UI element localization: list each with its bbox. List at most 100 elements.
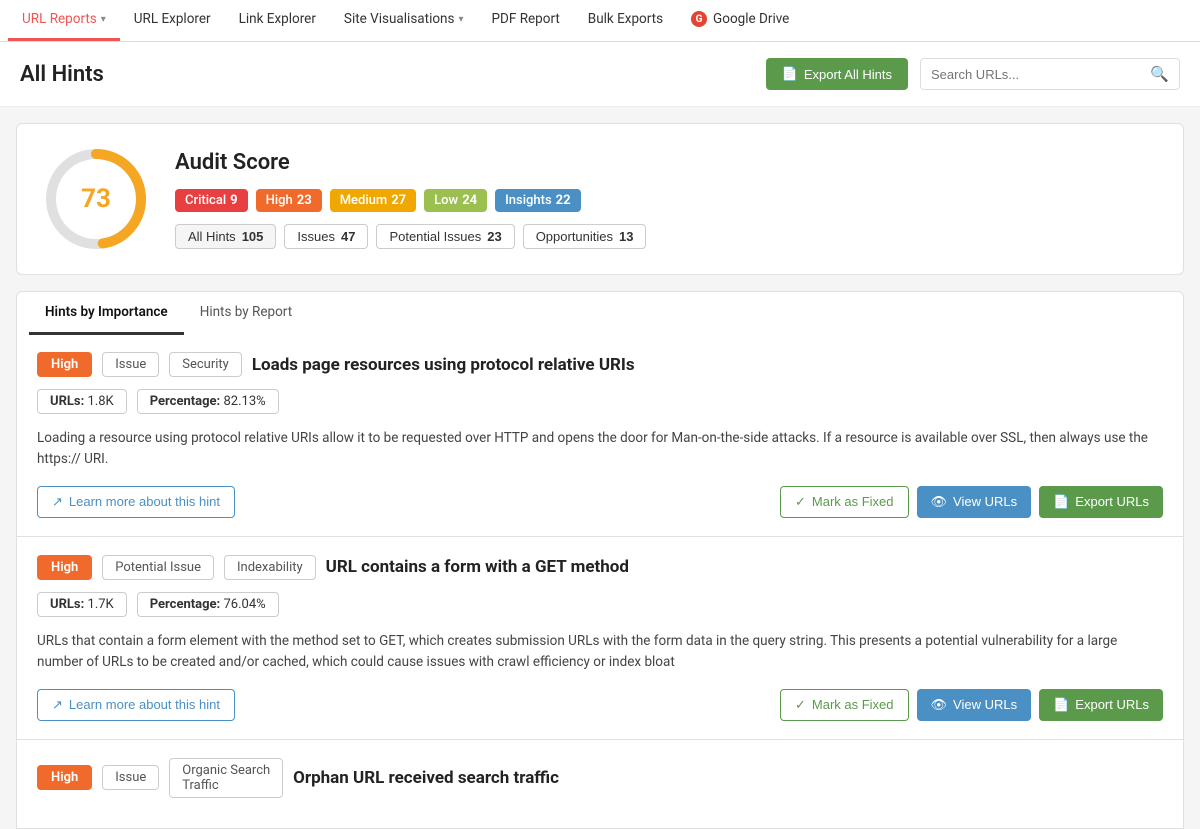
hint-1-stats: URLs: 1.8K Percentage: 82.13% (37, 389, 1163, 414)
badge-insights-label: Insights (505, 193, 552, 208)
badge-low-label: Low (434, 193, 458, 208)
hints-list: High Issue Security Loads page resources… (16, 334, 1184, 829)
page-header: All Hints 📄 Export All Hints 🔍 (0, 42, 1200, 107)
hint-1-severity: High (37, 352, 92, 377)
badge-critical[interactable]: Critical 9 (175, 189, 248, 212)
pill-opportunities-label: Opportunities (536, 229, 613, 244)
nav-label-link-explorer: Link Explorer (239, 11, 316, 27)
hint-2-stats: URLs: 1.7K Percentage: 76.04% (37, 592, 1163, 617)
hint-2-view-urls-button[interactable]: 👁 View URLs (917, 689, 1032, 721)
hint-3-header: High Issue Organic Search Traffic Orphan… (37, 758, 1163, 798)
header-actions: 📄 Export All Hints 🔍 (766, 58, 1180, 90)
nav-label-bulk-exports: Bulk Exports (588, 11, 663, 27)
hint-2-severity: High (37, 555, 92, 580)
search-icon[interactable]: 🔍 (1150, 65, 1169, 83)
hint-1-category: Security (169, 352, 242, 377)
badge-low[interactable]: Low 24 (424, 189, 487, 212)
hint-1-actions: ✓ Mark as Fixed 👁 View URLs 📄 Export URL… (780, 486, 1163, 518)
hint-1-urls-label: URLs: (50, 394, 84, 409)
tab-hints-by-report[interactable]: Hints by Report (184, 292, 308, 335)
hint-1-learn-more-label: Learn more about this hint (69, 494, 220, 509)
pill-potential-issues-label: Potential Issues (389, 229, 481, 244)
pill-all-hints[interactable]: All Hints 105 (175, 224, 276, 249)
export-all-button[interactable]: 📄 Export All Hints (766, 58, 908, 90)
hint-2-view-urls-label: View URLs (953, 697, 1017, 712)
hint-1-export-urls-label: Export URLs (1075, 494, 1149, 509)
hint-1-learn-more-button[interactable]: ↗ Learn more about this hint (37, 486, 235, 518)
checkmark-icon: ✓ (795, 697, 806, 713)
hint-card-1: High Issue Security Loads page resources… (16, 334, 1184, 537)
export-all-label: Export All Hints (804, 67, 892, 82)
hint-1-urls: URLs: 1.8K (37, 389, 127, 414)
audit-score-donut: 73 (41, 144, 151, 254)
nav-label-google-drive: Google Drive (713, 11, 789, 27)
hint-3-category: Organic Search Traffic (169, 758, 283, 798)
external-link-icon: ↗ (52, 697, 63, 713)
audit-score-value: 73 (81, 184, 111, 214)
audit-score-card: 73 Audit Score Critical 9 High 23 Medium… (16, 123, 1184, 275)
hint-2-percentage: Percentage: 76.04% (137, 592, 279, 617)
eye-icon: 👁 (931, 494, 948, 510)
nav-item-google-drive[interactable]: G Google Drive (677, 0, 803, 41)
top-navigation: URL Reports ▾ URL Explorer Link Explorer… (0, 0, 1200, 42)
hint-3-severity: High (37, 765, 92, 790)
badge-high[interactable]: High 23 (256, 189, 322, 212)
pill-potential-issues[interactable]: Potential Issues 23 (376, 224, 514, 249)
hint-2-urls: URLs: 1.7K (37, 592, 127, 617)
nav-item-link-explorer[interactable]: Link Explorer (225, 0, 330, 41)
nav-item-bulk-exports[interactable]: Bulk Exports (574, 0, 677, 41)
hint-1-description: Loading a resource using protocol relati… (37, 428, 1163, 470)
hint-2-export-urls-label: Export URLs (1075, 697, 1149, 712)
hint-2-pct-label: Percentage: (150, 597, 221, 612)
export-icon: 📄 (1053, 697, 1069, 713)
hint-1-type: Issue (102, 352, 159, 377)
filter-pills: All Hints 105 Issues 47 Potential Issues… (175, 224, 1159, 249)
hint-1-footer: ↗ Learn more about this hint ✓ Mark as F… (37, 486, 1163, 518)
hint-1-view-urls-label: View URLs (953, 494, 1017, 509)
pill-opportunities[interactable]: Opportunities 13 (523, 224, 647, 249)
hint-1-mark-fixed-label: Mark as Fixed (812, 494, 894, 509)
pill-issues-label: Issues (297, 229, 335, 244)
pill-all-hints-count: 105 (242, 229, 264, 244)
badge-critical-label: Critical (185, 193, 226, 208)
chevron-down-icon: ▾ (101, 14, 106, 25)
hint-1-export-urls-button[interactable]: 📄 Export URLs (1039, 486, 1163, 518)
hint-2-export-urls-button[interactable]: 📄 Export URLs (1039, 689, 1163, 721)
audit-info: Audit Score Critical 9 High 23 Medium 27… (175, 150, 1159, 249)
nav-item-site-visualisations[interactable]: Site Visualisations ▾ (330, 0, 478, 41)
hint-1-pct-value: 82.13% (223, 394, 265, 409)
hint-3-title: Orphan URL received search traffic (293, 768, 559, 788)
eye-icon: 👁 (931, 697, 948, 713)
hint-2-learn-more-button[interactable]: ↗ Learn more about this hint (37, 689, 235, 721)
pill-all-hints-label: All Hints (188, 229, 236, 244)
badge-insights[interactable]: Insights 22 (495, 189, 580, 212)
nav-item-pdf-report[interactable]: PDF Report (478, 0, 574, 41)
nav-item-url-reports[interactable]: URL Reports ▾ (8, 0, 120, 41)
hint-2-learn-more-label: Learn more about this hint (69, 697, 220, 712)
search-input[interactable] (931, 67, 1150, 82)
hint-card-2: High Potential Issue Indexability URL co… (16, 537, 1184, 740)
badge-medium-label: Medium (340, 193, 388, 208)
external-link-icon: ↗ (52, 494, 63, 510)
hint-1-view-urls-button[interactable]: 👁 View URLs (917, 486, 1032, 518)
badge-low-count: 24 (462, 193, 477, 208)
hint-2-description: URLs that contain a form element with th… (37, 631, 1163, 673)
badge-medium[interactable]: Medium 27 (330, 189, 416, 212)
badge-high-count: 23 (297, 193, 312, 208)
badge-critical-count: 9 (230, 193, 237, 208)
hint-2-actions: ✓ Mark as Fixed 👁 View URLs 📄 Export URL… (780, 689, 1163, 721)
hint-1-urls-value: 1.8K (88, 394, 114, 409)
tab-hints-by-importance[interactable]: Hints by Importance (29, 292, 184, 335)
pill-issues[interactable]: Issues 47 (284, 224, 368, 249)
google-icon: G (691, 11, 707, 27)
hint-1-title: Loads page resources using protocol rela… (252, 355, 635, 375)
pill-opportunities-count: 13 (619, 229, 633, 244)
hint-2-mark-fixed-button[interactable]: ✓ Mark as Fixed (780, 689, 909, 721)
search-container: 🔍 (920, 58, 1180, 90)
badge-medium-count: 27 (391, 193, 406, 208)
hint-1-mark-fixed-button[interactable]: ✓ Mark as Fixed (780, 486, 909, 518)
hint-2-category: Indexability (224, 555, 316, 580)
nav-label-site-visualisations: Site Visualisations (344, 11, 455, 27)
nav-item-url-explorer[interactable]: URL Explorer (120, 0, 225, 41)
nav-label-url-reports: URL Reports (22, 11, 97, 27)
